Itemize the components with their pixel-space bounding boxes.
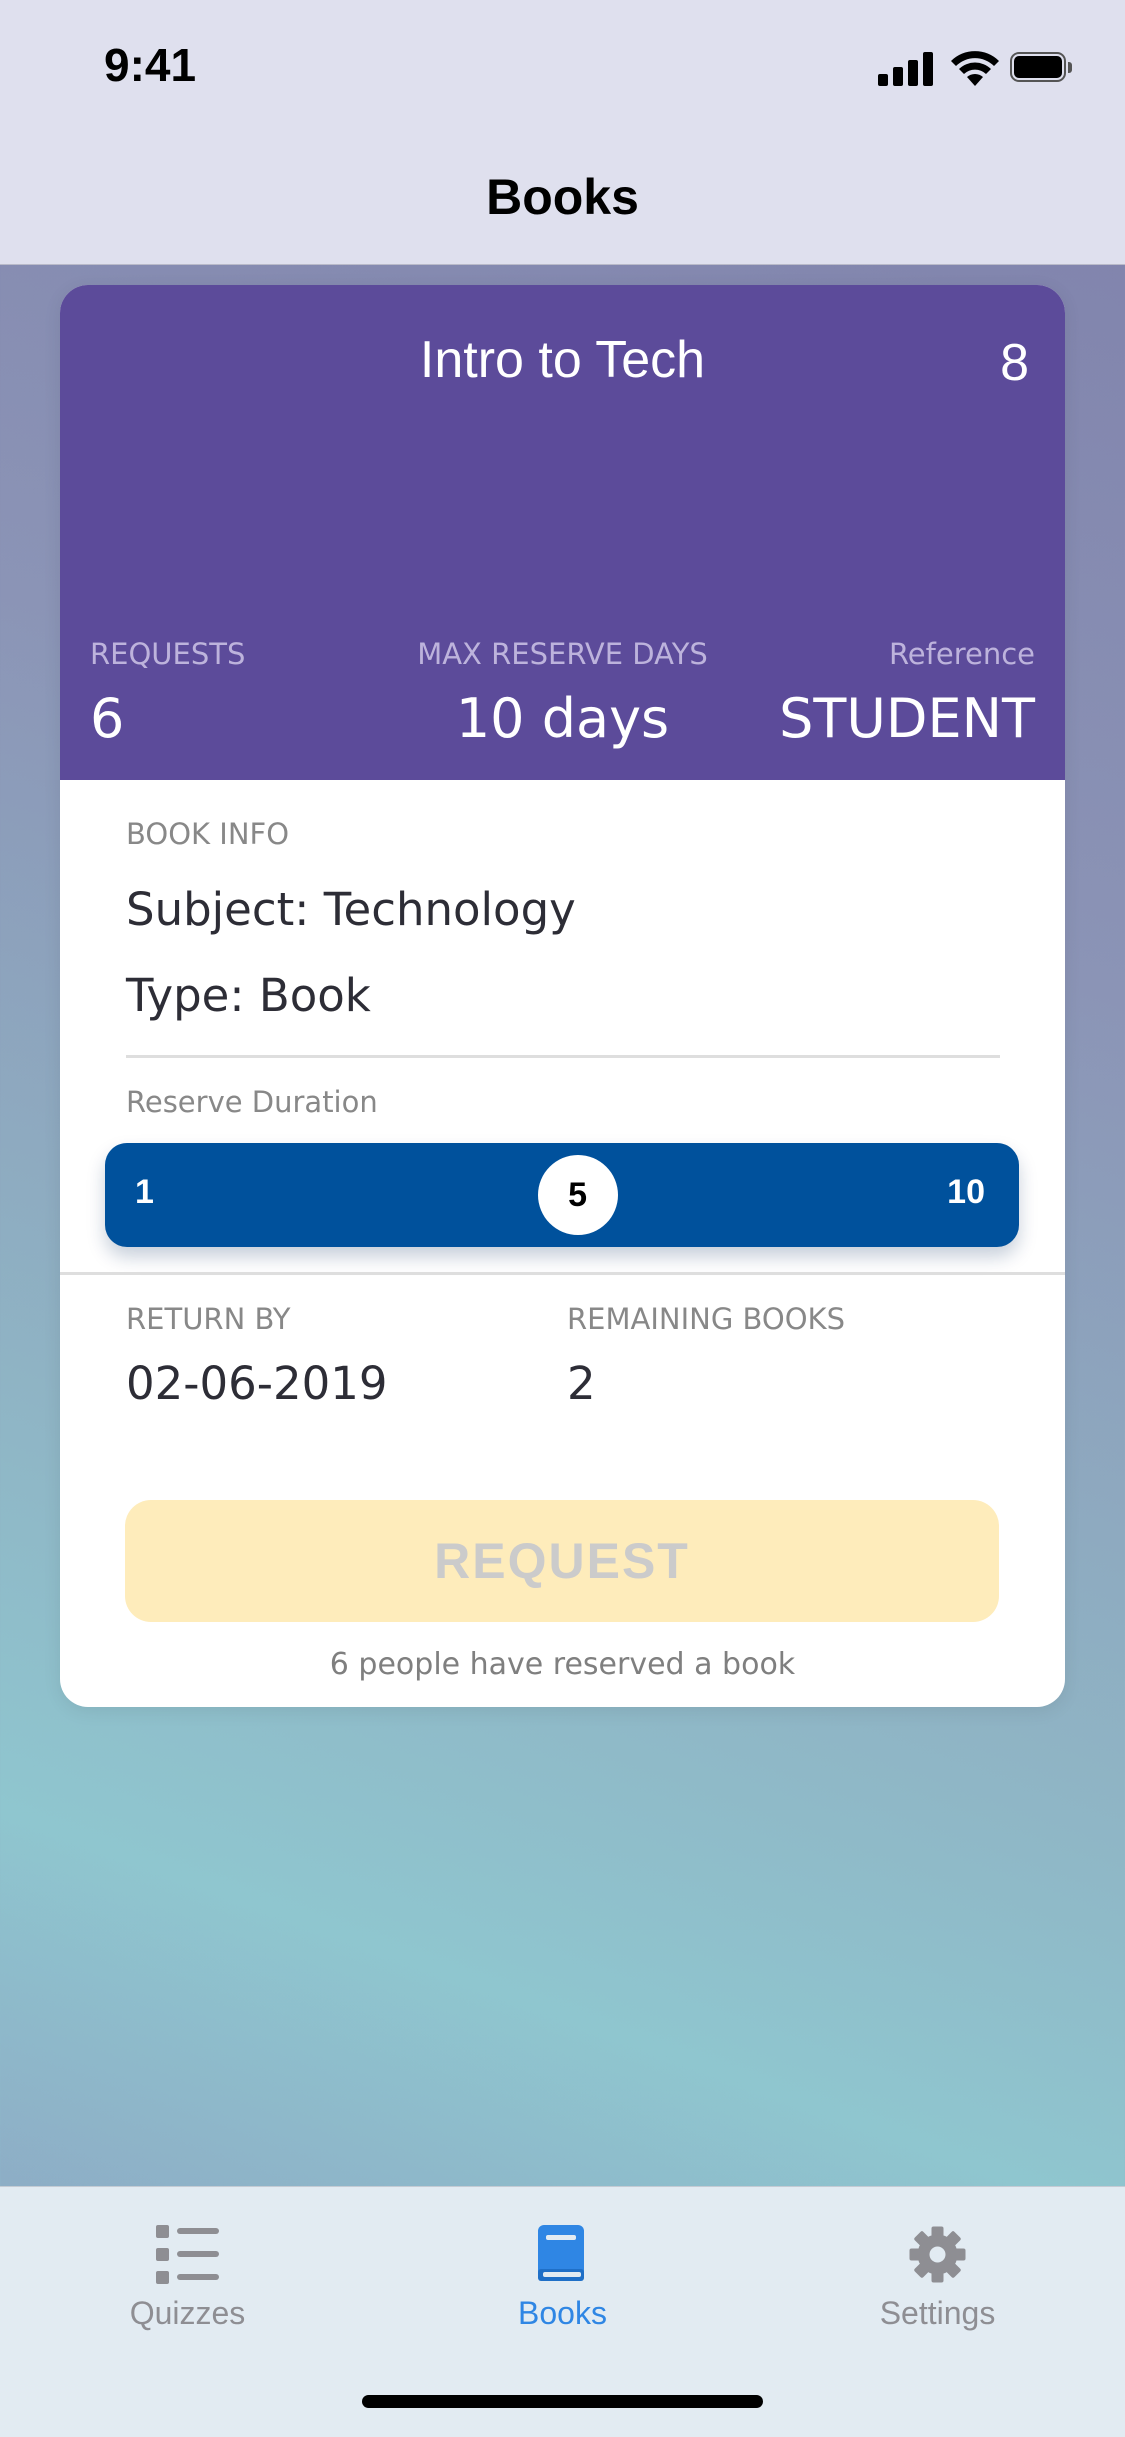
return-by-label: RETURN BY — [126, 1302, 291, 1336]
slider-thumb[interactable]: 5 — [537, 1155, 618, 1235]
reservation-note: 6 people have reserved a book — [329, 1647, 796, 1682]
request-button[interactable]: REQUEST — [125, 1500, 999, 1622]
tab-label: Books — [518, 2295, 607, 2331]
divider — [126, 1055, 1000, 1058]
reserve-duration-label: Reserve Duration — [126, 1085, 378, 1119]
book-icon — [538, 2225, 584, 2281]
tab-settings[interactable]: Settings — [750, 2187, 1125, 2387]
battery-icon — [1010, 52, 1074, 84]
home-indicator — [362, 2395, 763, 2408]
top-bar: 9:41 Books — [0, 0, 1125, 265]
book-count: 8 — [1000, 334, 1029, 392]
card-header: Intro to Tech 8 REQUESTS 6 MAX RESERVE D… — [60, 285, 1065, 780]
tab-label: Settings — [879, 2295, 996, 2331]
book-info-label: BOOK INFO — [126, 817, 290, 851]
tab-quizzes[interactable]: Quizzes — [0, 2187, 375, 2387]
book-title: Intro to Tech — [419, 331, 706, 389]
slider-max-label: 10 — [947, 1173, 985, 1211]
reserve-duration-slider[interactable]: 1 5 10 — [105, 1143, 1019, 1247]
remaining-books-label: REMAINING BOOKS — [567, 1302, 845, 1336]
subject-text: Subject: Technology — [126, 883, 576, 936]
wifi-icon — [951, 51, 999, 86]
checklist-icon — [156, 2225, 219, 2284]
type-text: Type: Book — [126, 969, 371, 1022]
cellular-signal-icon — [878, 52, 934, 86]
reference-label: Reference — [888, 637, 1035, 671]
book-card: Intro to Tech 8 REQUESTS 6 MAX RESERVE D… — [60, 285, 1065, 1707]
status-time: 9:41 — [104, 39, 197, 91]
divider — [60, 1272, 1065, 1275]
tab-books[interactable]: Books — [375, 2187, 750, 2387]
return-by-value: 02-06-2019 — [126, 1357, 388, 1410]
remaining-books-value: 2 — [567, 1357, 596, 1410]
page-title: Books — [486, 169, 639, 225]
tab-label: Quizzes — [129, 2295, 246, 2331]
gear-icon — [909, 2226, 966, 2283]
reference-value: STUDENT — [779, 687, 1035, 750]
slider-min-label: 1 — [135, 1173, 154, 1211]
